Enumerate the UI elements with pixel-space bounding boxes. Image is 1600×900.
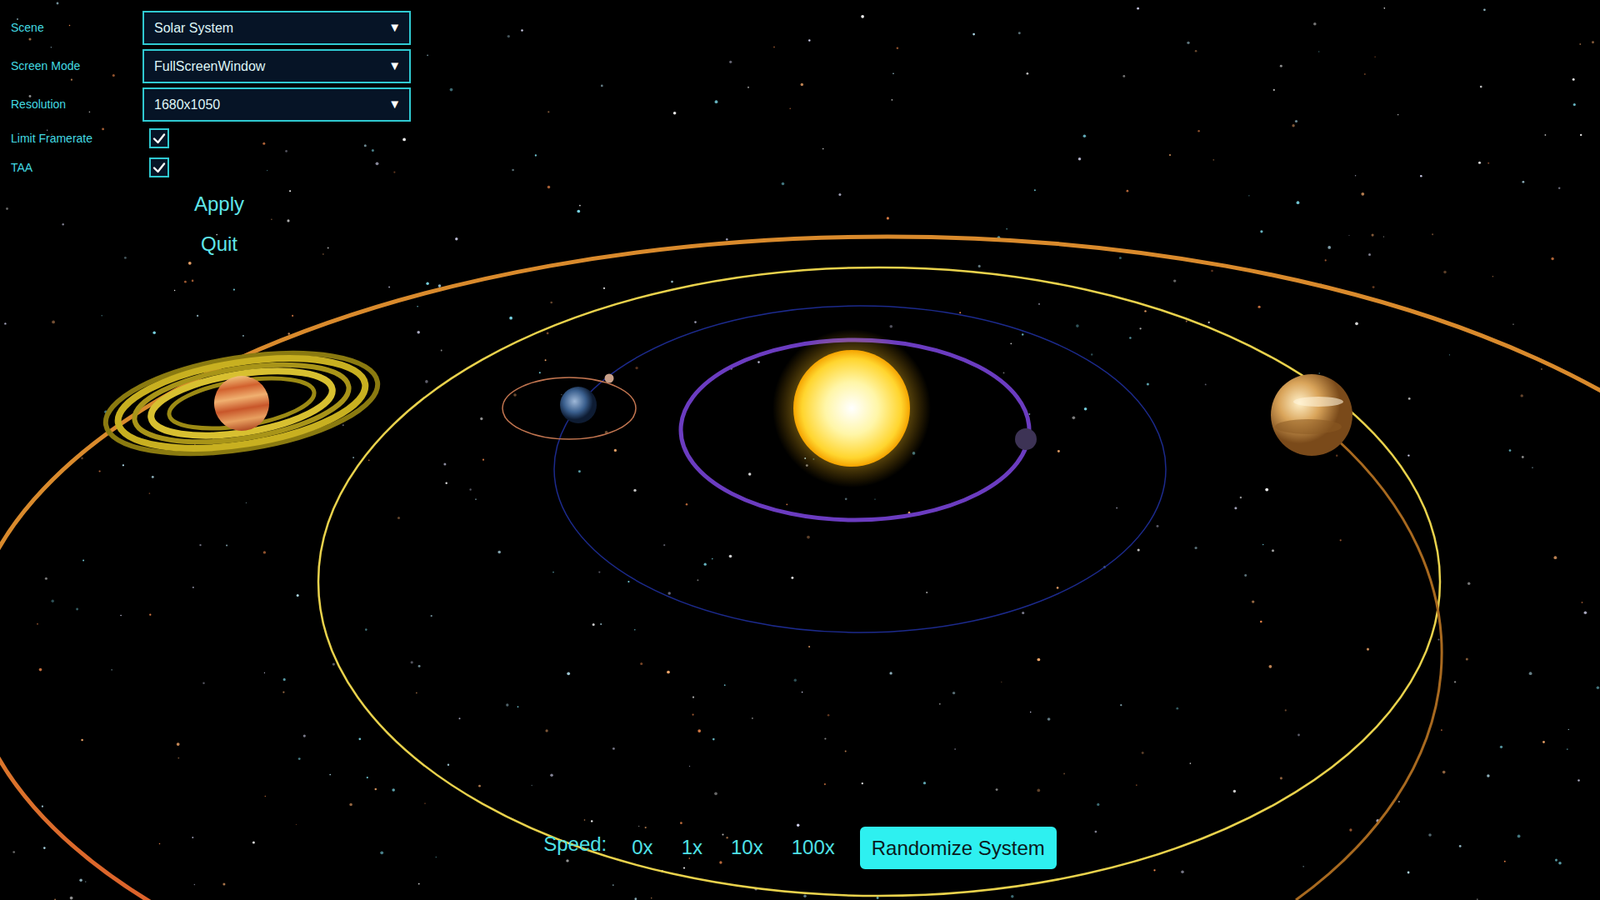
setting-dropdown[interactable]: Solar System ▼ [142, 10, 411, 45]
speed-label: Speed: [543, 829, 607, 866]
setting-label: Limit Framerate [10, 130, 143, 148]
moon [605, 374, 615, 384]
setting-label: Scene [10, 19, 143, 37]
setting-dropdown[interactable]: 1680x1050 ▼ [142, 87, 411, 122]
setting-dropdown[interactable]: FullScreenWindow ▼ [142, 49, 411, 84]
check-icon [151, 130, 167, 146]
setting-label: TAA [10, 159, 143, 177]
sun-glow [772, 329, 931, 488]
settings-panel: SceneSolar System▼Screen ModeFullScreenW… [10, 10, 411, 262]
quit-button[interactable]: Quit [190, 226, 248, 262]
speed-button[interactable]: 100x [788, 832, 839, 864]
starfield [4, 2, 1600, 900]
orbit-path [680, 340, 1030, 520]
setting-checkbox-row [142, 125, 411, 151]
dropdown-arrow-icon[interactable]: ▼ [388, 95, 401, 115]
dropdown-arrow-icon[interactable]: ▼ [388, 18, 401, 38]
dropdown-arrow-icon[interactable]: ▼ [388, 56, 401, 76]
orbits [0, 236, 1600, 900]
dropdown-value: FullScreenWindow [154, 56, 265, 77]
ringed-planet [98, 336, 385, 470]
speed-bar: Speed: 0x 1x 10x 100x Randomize System [0, 826, 1600, 870]
randomize-button[interactable]: Randomize System [860, 826, 1057, 870]
setting-checkbox-row [142, 155, 411, 180]
inner-planet [1015, 428, 1037, 450]
speed-button[interactable]: 0x [628, 832, 656, 864]
earth-planet [560, 386, 597, 424]
bodies [98, 329, 1353, 488]
gas-giant [1270, 374, 1353, 456]
check-icon [151, 160, 167, 175]
orbit-path [0, 236, 1600, 900]
orbit-path [554, 305, 1166, 633]
speed-button[interactable]: 10x [727, 832, 767, 864]
settings-actions: Apply Quit [160, 186, 278, 262]
settings-form: SceneSolar System▼Screen ModeFullScreenW… [10, 10, 411, 180]
speed-button[interactable]: 1x [678, 832, 706, 864]
orbit-path [502, 377, 636, 440]
dropdown-value: 1680x1050 [154, 95, 220, 115]
setting-checkbox[interactable] [149, 157, 170, 178]
setting-checkbox[interactable] [149, 128, 170, 149]
orbit-path [1295, 439, 1442, 900]
orbit-path [318, 267, 1440, 896]
simulation-view: SceneSolar System▼Screen ModeFullScreenW… [0, 0, 1600, 900]
apply-button[interactable]: Apply [184, 186, 255, 222]
sun [793, 350, 910, 467]
setting-label: Resolution [10, 95, 143, 114]
dropdown-value: Solar System [154, 18, 234, 39]
setting-label: Screen Mode [10, 57, 143, 75]
scene-canvas [0, 0, 1600, 900]
